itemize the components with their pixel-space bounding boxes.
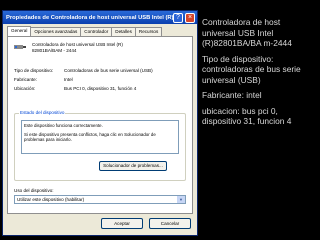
device-type-value: Controladoras de bus serie universal (US…	[64, 68, 153, 73]
device-name-line2: 82801BA/BAM - 2444	[32, 48, 77, 53]
tab-advanced-options[interactable]: Opciones avanzadas	[30, 27, 82, 36]
troubleshoot-button[interactable]: Solucionador de problemas...	[99, 161, 167, 171]
device-status-group: Estado del dispositivo Este dispositivo …	[14, 110, 186, 181]
close-button[interactable]: ×	[185, 12, 195, 23]
device-status-legend: Estado del dispositivo	[19, 110, 66, 115]
cancel-button[interactable]: Cancelar	[149, 218, 191, 229]
chevron-down-icon[interactable]: ▼	[177, 196, 185, 203]
title-bar[interactable]: Propiedades de Controladora de host univ…	[3, 11, 197, 24]
tab-strip: General Opciones avanzadas Controlador D…	[7, 26, 163, 38]
device-type-label: Tipo de dispositivo:	[14, 68, 54, 73]
device-usage-select[interactable]: Utilizar este dispositivo (habilitar) ▼	[14, 195, 186, 204]
tab-details[interactable]: Detalles	[111, 27, 136, 36]
location-label: Ubicación:	[14, 86, 36, 91]
help-button[interactable]: ?	[173, 12, 183, 23]
side-note-device-name: Controladora de host universal USB Intel…	[202, 17, 292, 48]
device-usage-label: Uso del dispositivo:	[14, 188, 54, 193]
side-note-manufacturer: Fabricante: intel	[202, 90, 262, 100]
tab-driver[interactable]: Controlador	[80, 27, 113, 36]
dialog-title: Propiedades de Controladora de host univ…	[6, 14, 173, 21]
properties-dialog: Propiedades de Controladora de host univ…	[2, 10, 198, 236]
status-line1: Este dispositivo funciona correctamente.	[24, 123, 103, 128]
location-value: Bus PCI 0, dispositivo 31, función 4	[64, 86, 137, 91]
usb-device-icon	[14, 45, 26, 49]
status-line2: Si este dispositivo presenta conflictos,…	[24, 131, 156, 143]
device-status-text[interactable]: Este dispositivo funciona correctamente.…	[21, 120, 179, 154]
tab-resources[interactable]: Recursos	[134, 27, 163, 36]
general-panel: Controladora de host universal USB Intel…	[7, 36, 193, 214]
side-note-device-type: Tipo de dispositivo: controladoras de bu…	[202, 53, 301, 85]
ok-button[interactable]: Aceptar	[101, 218, 143, 229]
side-notes: Controladora de host universal USB Intel…	[202, 17, 316, 132]
device-name: Controladora de host universal USB Intel…	[32, 42, 182, 54]
manufacturer-value: Intel	[64, 77, 73, 82]
device-usage-value: Utilizar este dispositivo (habilitar)	[17, 197, 85, 202]
manufacturer-label: Fabricante:	[14, 77, 37, 82]
side-note-location: ubicacion: bus pci 0, dispositivo 31, fu…	[202, 105, 292, 127]
